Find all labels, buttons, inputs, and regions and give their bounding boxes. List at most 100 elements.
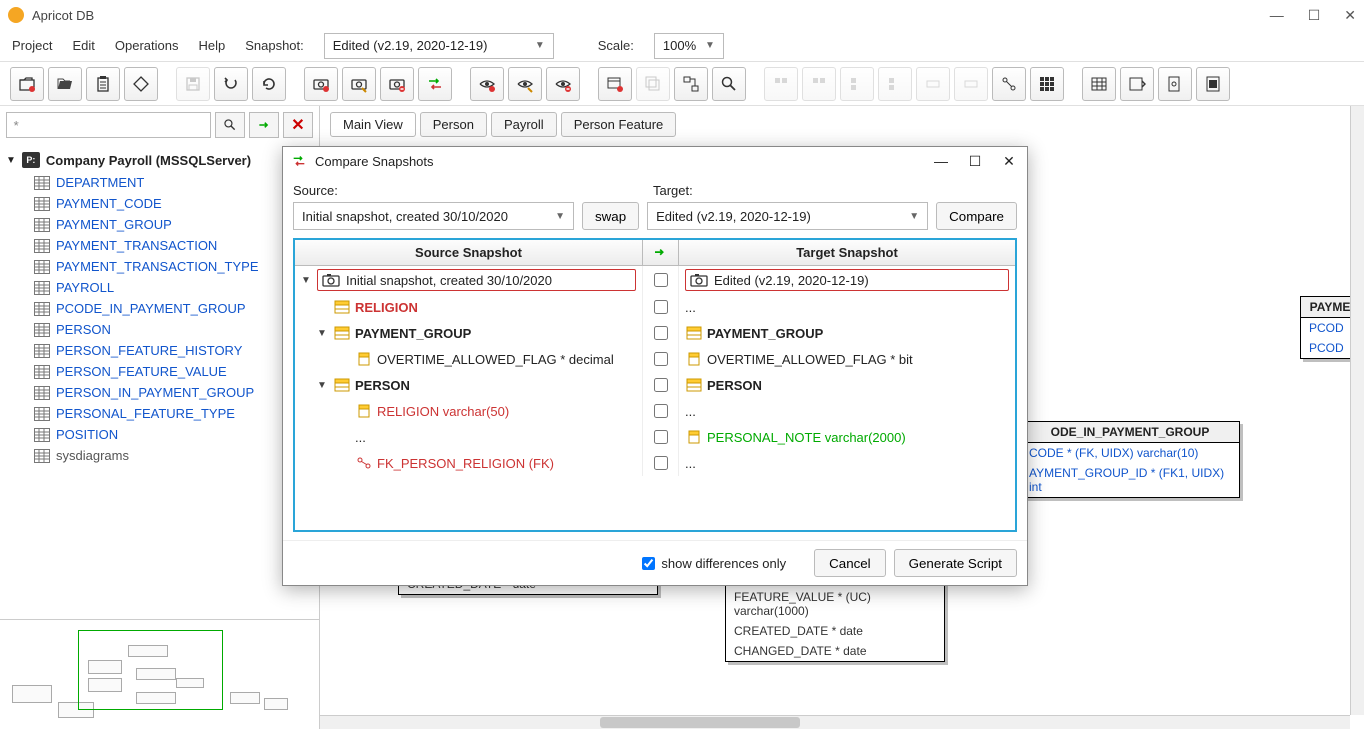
target-combo[interactable]: Edited (v2.19, 2020-12-19) ▼	[647, 202, 928, 230]
table-icon	[34, 365, 50, 379]
diagram-table[interactable]: ODE_IN_PAYMENT_GROUP CODE * (FK, UIDX) v…	[1020, 421, 1240, 498]
tb-search[interactable]	[712, 67, 746, 101]
tree-item[interactable]: POSITION	[34, 424, 313, 445]
row-checkbox[interactable]	[654, 273, 668, 287]
tree-item[interactable]: PERSON_FEATURE_VALUE	[34, 361, 313, 382]
cell-source[interactable]: ...	[295, 424, 643, 450]
tb-new[interactable]	[10, 67, 44, 101]
cell-source[interactable]: RELIGION varchar(50)	[295, 398, 643, 424]
compare-button[interactable]: Compare	[936, 202, 1017, 230]
tree-item[interactable]: PAYMENT_GROUP	[34, 214, 313, 235]
row-checkbox[interactable]	[654, 404, 668, 418]
row-checkbox[interactable]	[654, 378, 668, 392]
tb-undo[interactable]	[214, 67, 248, 101]
row-checkbox[interactable]	[654, 300, 668, 314]
tb-compare[interactable]	[418, 67, 452, 101]
target-root[interactable]: Edited (v2.19, 2020-12-19)	[685, 269, 1009, 291]
filter-search-button[interactable]	[215, 112, 245, 138]
minimize-button[interactable]: —	[1270, 7, 1284, 24]
diagram-col: FEATURE_VALUE * (UC) varchar(1000)	[726, 587, 944, 621]
collapse-icon[interactable]: ▼	[301, 275, 313, 286]
collapse-icon[interactable]: ▼	[317, 380, 329, 391]
tb-view-edit[interactable]	[508, 67, 542, 101]
cell-target[interactable]: ...	[679, 398, 1015, 424]
filter-add-button[interactable]	[249, 112, 279, 138]
tree-children: DEPARTMENTPAYMENT_CODEPAYMENT_GROUPPAYME…	[34, 172, 313, 466]
tb-snap-del[interactable]	[380, 67, 414, 101]
source-combo[interactable]: Initial snapshot, created 30/10/2020 ▼	[293, 202, 574, 230]
cell-target[interactable]: OVERTIME_ALLOWED_FLAG * bit	[679, 346, 1015, 372]
scrollbar-vertical[interactable]	[1350, 106, 1364, 715]
cell-source[interactable]: ▼PAYMENT_GROUP	[295, 320, 643, 346]
tb-relation[interactable]	[674, 67, 708, 101]
tb-db[interactable]	[124, 67, 158, 101]
maximize-button[interactable]: ☐	[1308, 7, 1321, 24]
tb-view-del[interactable]	[546, 67, 580, 101]
tree-item[interactable]: PAYMENT_TRANSACTION_TYPE	[34, 256, 313, 277]
menu-help[interactable]: Help	[198, 38, 225, 53]
row-checkbox[interactable]	[654, 430, 668, 444]
snapshot-select[interactable]: Edited (v2.19, 2020-12-19) ▼	[324, 33, 554, 59]
tb-open[interactable]	[48, 67, 82, 101]
cell-source[interactable]: FK_PERSON_RELIGION (FK)	[295, 450, 643, 476]
tb-script[interactable]	[1158, 67, 1192, 101]
col-check[interactable]	[643, 240, 679, 265]
cell-target[interactable]: PAYMENT_GROUP	[679, 320, 1015, 346]
menu-project[interactable]: Project	[12, 38, 52, 53]
tb-view-new[interactable]	[470, 67, 504, 101]
cell-source[interactable]: OVERTIME_ALLOWED_FLAG * decimal	[295, 346, 643, 372]
tb-excel[interactable]	[1082, 67, 1116, 101]
tree-item[interactable]: PCODE_IN_PAYMENT_GROUP	[34, 298, 313, 319]
tree-item[interactable]: PERSONAL_FEATURE_TYPE	[34, 403, 313, 424]
tb-pdf[interactable]	[1196, 67, 1230, 101]
tab-main-view[interactable]: Main View	[330, 112, 416, 137]
tree-item[interactable]: PERSON_IN_PAYMENT_GROUP	[34, 382, 313, 403]
tree-root[interactable]: ▼ P: Company Payroll (MSSQLServer)	[6, 148, 313, 172]
tree-item[interactable]: PERSON	[34, 319, 313, 340]
dialog-close[interactable]: ✕	[999, 153, 1019, 170]
scrollbar-horizontal[interactable]	[320, 715, 1350, 729]
swap-button[interactable]: swap	[582, 202, 639, 230]
tree-item[interactable]: PAYROLL	[34, 277, 313, 298]
tb-refresh[interactable]	[252, 67, 286, 101]
tb-grid[interactable]	[1030, 67, 1064, 101]
filter-input[interactable]	[6, 112, 211, 138]
minimap[interactable]	[0, 619, 319, 729]
dialog-maximize[interactable]: ☐	[965, 153, 985, 170]
cell-source[interactable]: ▼PERSON	[295, 372, 643, 398]
tb-tbl-new[interactable]	[598, 67, 632, 101]
row-checkbox[interactable]	[654, 456, 668, 470]
menu-edit[interactable]: Edit	[72, 38, 94, 53]
tab-payroll[interactable]: Payroll	[491, 112, 557, 137]
close-button[interactable]: ✕	[1344, 7, 1356, 24]
tree-item[interactable]: sysdiagrams	[34, 445, 313, 466]
row-checkbox[interactable]	[654, 352, 668, 366]
collapse-icon[interactable]: ▼	[317, 328, 329, 339]
tb-link[interactable]	[992, 67, 1026, 101]
clipboard-icon	[94, 75, 112, 93]
show-diff-checkbox[interactable]	[642, 557, 655, 570]
cell-target[interactable]: PERSONAL_NOTE varchar(2000)	[679, 424, 1015, 450]
tab-person[interactable]: Person	[420, 112, 487, 137]
source-root[interactable]: Initial snapshot, created 30/10/2020	[317, 269, 636, 291]
cell-target[interactable]: ...	[679, 294, 1015, 320]
scale-select[interactable]: 100% ▼	[654, 33, 724, 59]
tb-export[interactable]	[1120, 67, 1154, 101]
cell-target[interactable]: ...	[679, 450, 1015, 476]
tree-item[interactable]: PAYMENT_TRANSACTION	[34, 235, 313, 256]
cell-source[interactable]: RELIGION	[295, 294, 643, 320]
menu-operations[interactable]: Operations	[115, 38, 179, 53]
cell-target[interactable]: PERSON	[679, 372, 1015, 398]
tree-item[interactable]: DEPARTMENT	[34, 172, 313, 193]
tree-item[interactable]: PERSON_FEATURE_HISTORY	[34, 340, 313, 361]
generate-script-button[interactable]: Generate Script	[894, 549, 1017, 577]
tb-clipboard[interactable]	[86, 67, 120, 101]
tree-item[interactable]: PAYMENT_CODE	[34, 193, 313, 214]
cancel-button[interactable]: Cancel	[814, 549, 886, 577]
tb-snap-edit[interactable]	[342, 67, 376, 101]
dialog-minimize[interactable]: —	[931, 153, 951, 170]
filter-clear-button[interactable]: ✕	[283, 112, 313, 138]
row-checkbox[interactable]	[654, 326, 668, 340]
tab-person-feature[interactable]: Person Feature	[561, 112, 677, 137]
tb-snap-new[interactable]	[304, 67, 338, 101]
